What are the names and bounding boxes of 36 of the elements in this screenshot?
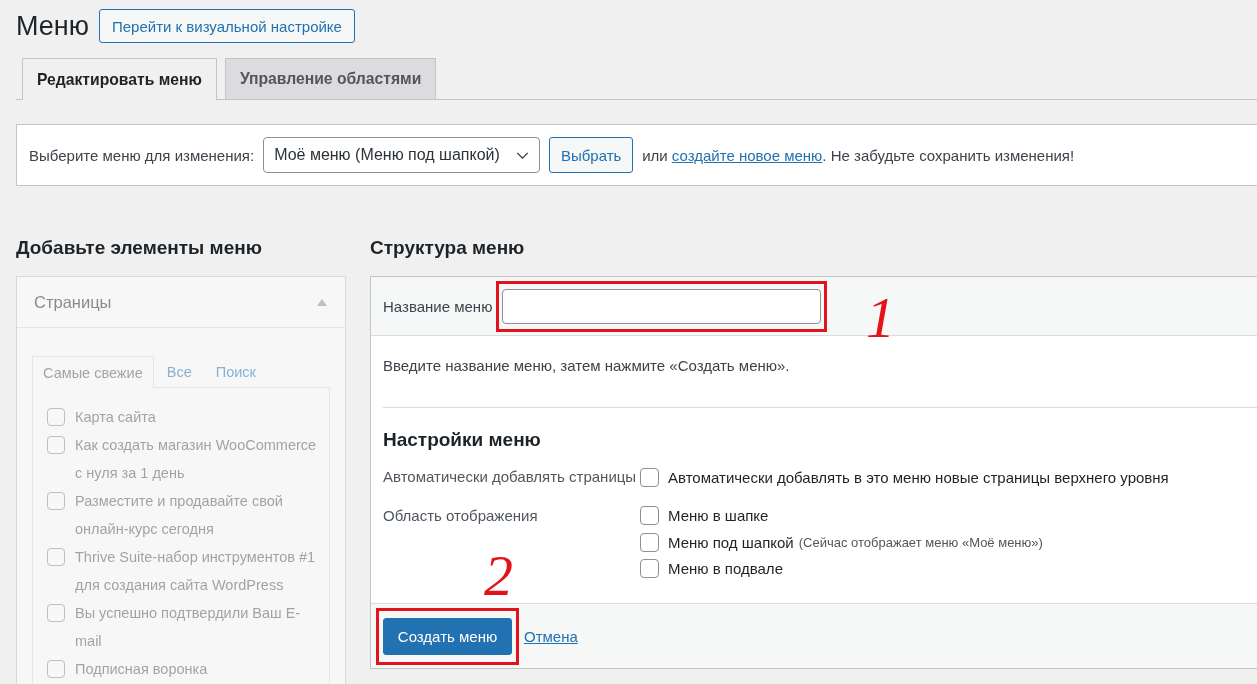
checkbox-label: Thrive Suite-набор инструментов #1 для создания сайта WordPress: [75, 548, 317, 595]
setting-label: Область отображения: [383, 505, 539, 526]
tab[interactable]: Редактировать меню: [22, 58, 217, 100]
cancel-link[interactable]: Отмена: [524, 628, 578, 645]
checkbox-label: Разместите и продавайте свой онлайн-курс сегодня: [75, 492, 284, 539]
instruction-text: Введите название меню, затем нажмите «Создать меню».: [383, 356, 791, 376]
checkbox-label: Как создать магазин WooCommerce с нуля за 1 день: [75, 436, 317, 483]
annotation-number: 1: [866, 297, 895, 339]
checkbox[interactable]: [640, 506, 659, 526]
page-title: Меню: [16, 10, 89, 43]
checkbox[interactable]: [640, 559, 659, 579]
setting-label: Автоматически добавлять страницы: [383, 467, 638, 487]
option-label: Автоматически добавлять в это меню новые страницы верхнего уровня: [668, 468, 1169, 486]
checkbox[interactable]: [640, 532, 659, 552]
tab[interactable]: Управление областями: [224, 58, 437, 99]
checkbox[interactable]: [640, 467, 659, 487]
checkbox-label: Подписная воронка: [75, 660, 208, 679]
menu-select[interactable]: Моё меню (Меню под шапкой): [263, 137, 541, 173]
option-label: Меню в шапке: [668, 507, 769, 525]
customize-button[interactable]: Перейти к визуальной настройке: [99, 9, 355, 43]
hint-text: или создайте новое меню. Не забудьте сохранить изменения!: [642, 146, 1075, 164]
annotation-number: 2: [484, 555, 513, 597]
option-note: (Сейчас отображает меню «Моё меню»): [798, 534, 1043, 550]
menu-select-label: Выберите меню для изменения:: [29, 146, 255, 164]
settings-heading: Настройки меню: [383, 428, 542, 452]
create-menu-button[interactable]: Создать меню: [383, 618, 512, 655]
checkbox-label: Карта сайта: [75, 408, 156, 427]
menu-name-field[interactable]: [502, 288, 822, 324]
select-button[interactable]: Выбрать: [549, 137, 634, 173]
section-heading: Структура меню: [370, 236, 526, 260]
section-heading: Добавьте элементы меню: [16, 236, 263, 260]
option-label: Меню в подвале: [668, 560, 783, 578]
checkbox-label: Вы успешно подтвердили Ваш E-mail: [75, 604, 302, 651]
chevron-down-icon: [516, 151, 530, 159]
menu-name-label: Название меню: [383, 297, 493, 315]
option-label: Меню под шапкой: [668, 533, 794, 551]
